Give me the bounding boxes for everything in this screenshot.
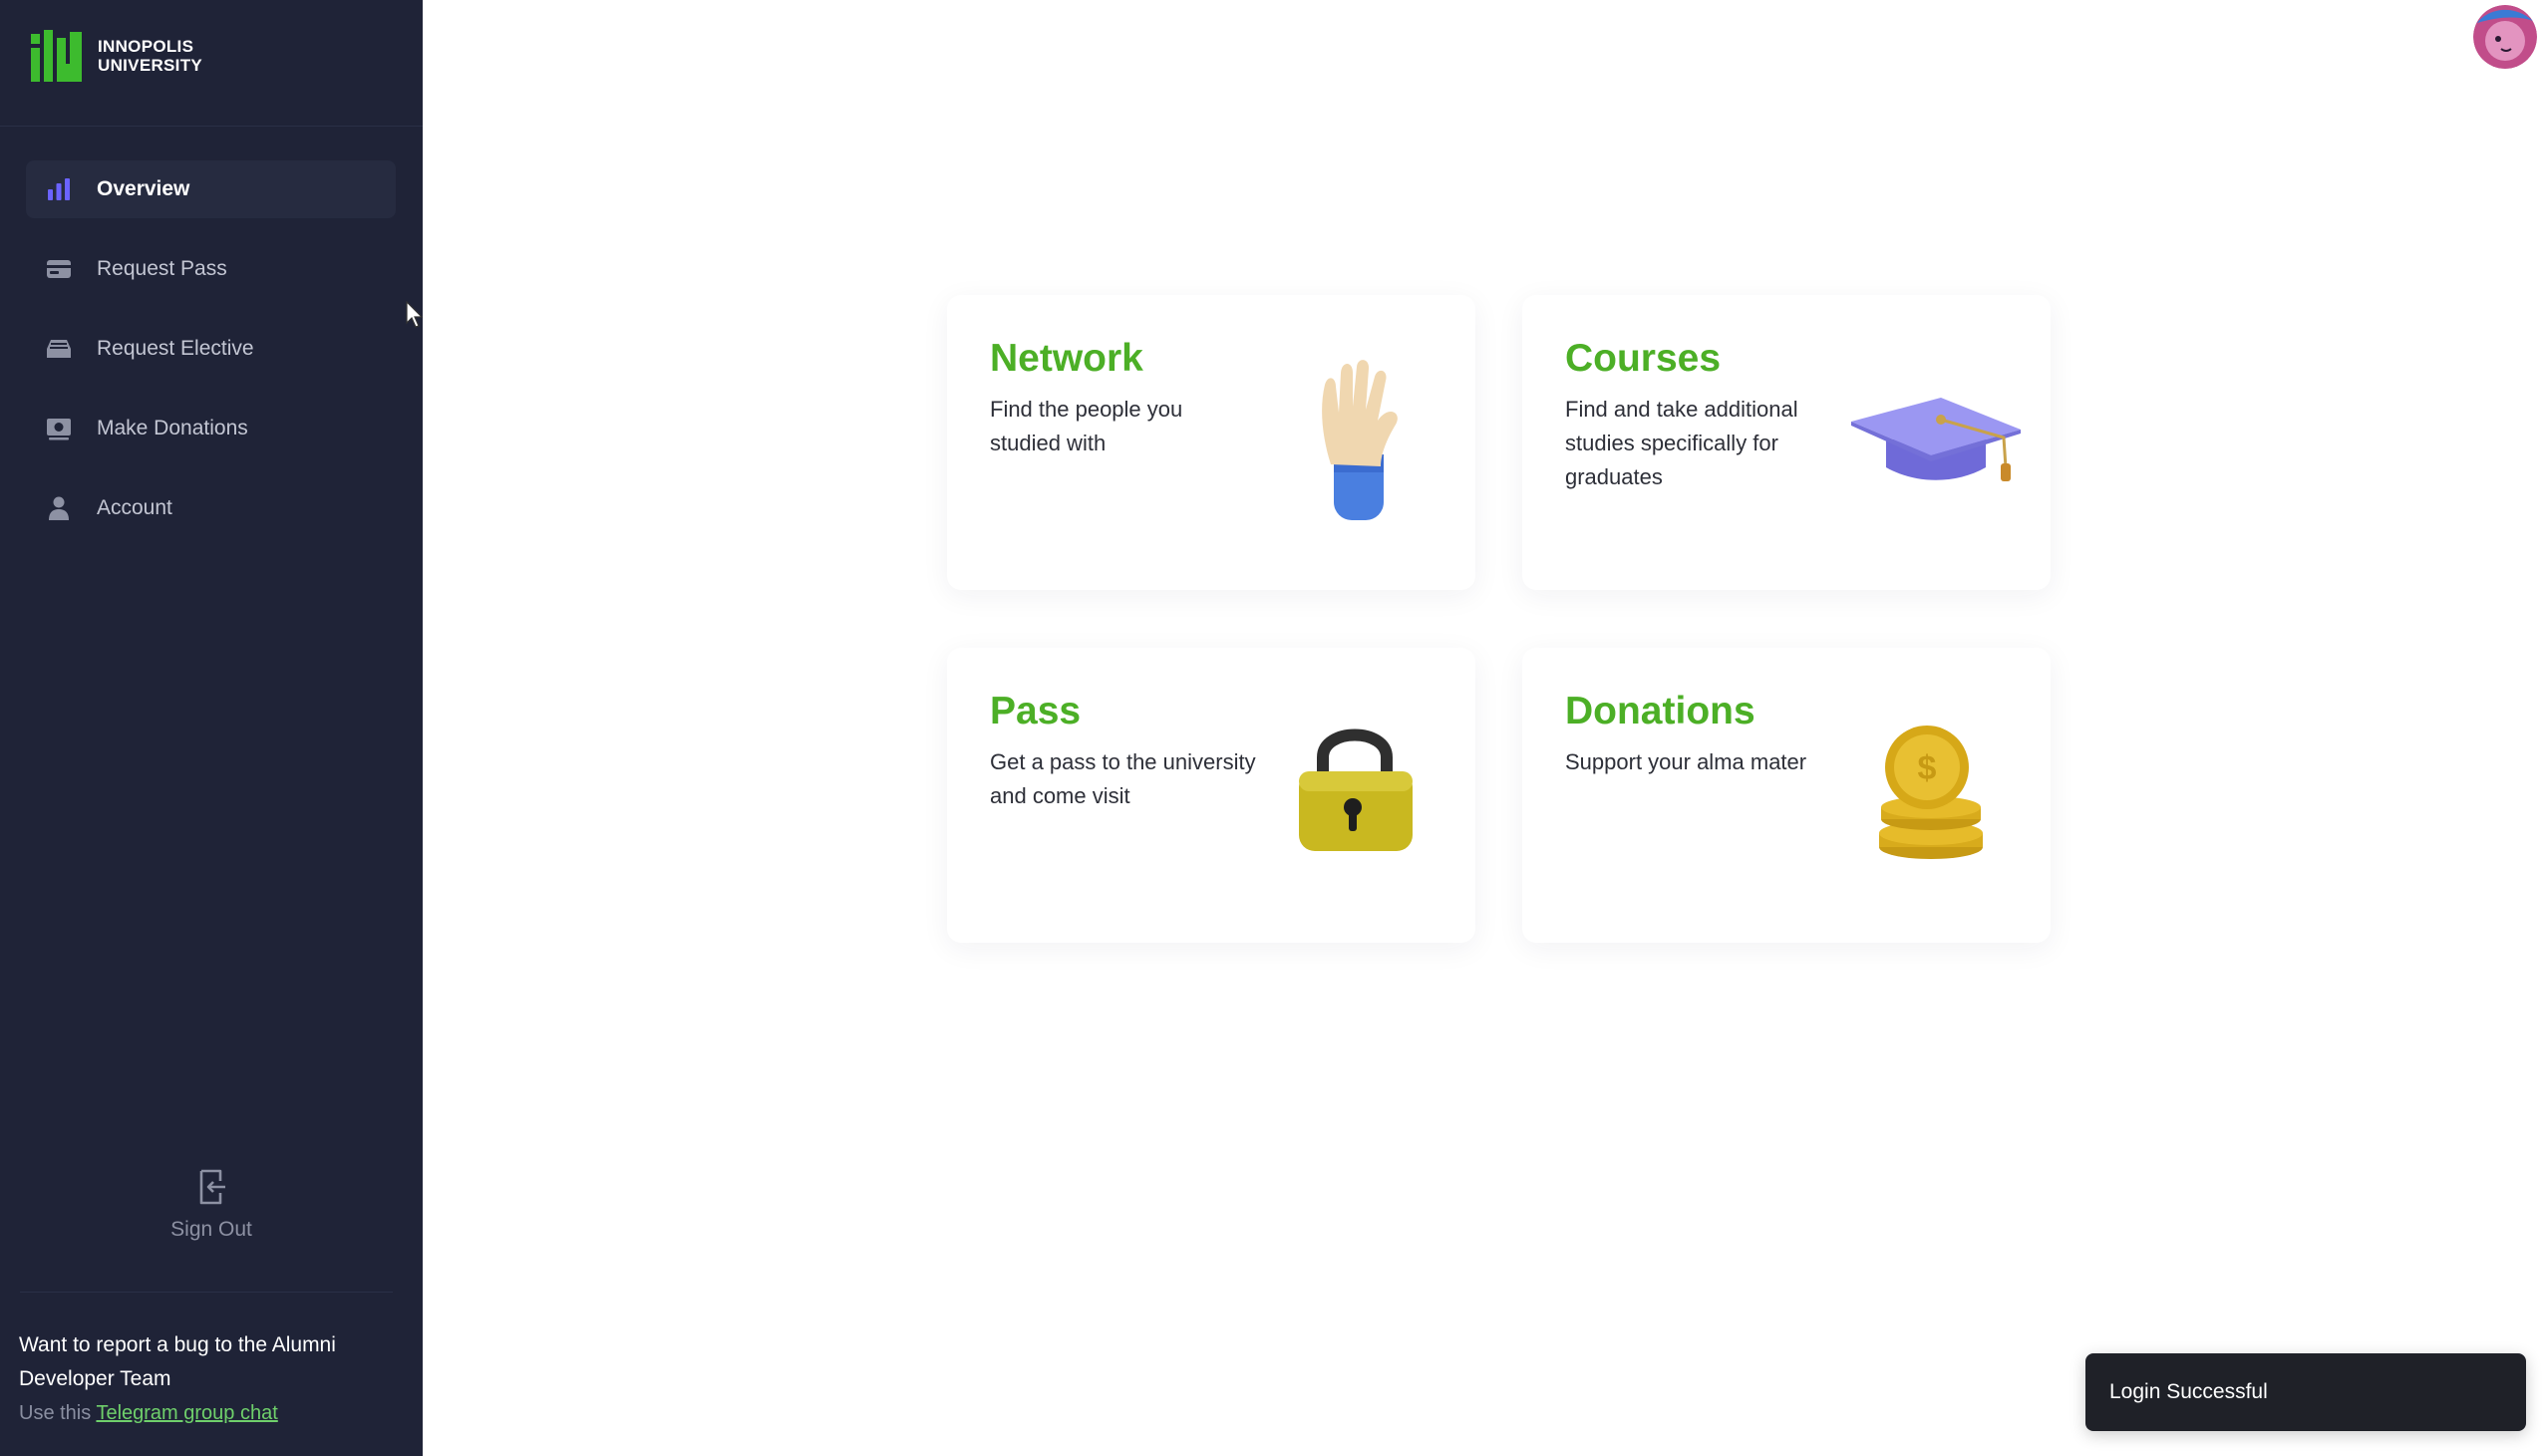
card-description: Get a pass to the university and come vi… bbox=[990, 749, 1256, 808]
innopolis-logo-icon bbox=[31, 30, 82, 82]
bug-report-hint-prefix: Use this bbox=[19, 1402, 92, 1424]
card-description: Support your alma mater bbox=[1565, 749, 1807, 774]
donation-icon bbox=[44, 414, 74, 443]
graduation-cap-icon bbox=[1851, 398, 2021, 481]
card-title: Network bbox=[990, 337, 1143, 380]
card-pass[interactable]: Pass Get a pass to the university and co… bbox=[947, 648, 1475, 943]
padlock-icon bbox=[1299, 728, 1413, 851]
sidebar-item-request-elective[interactable]: Request Elective bbox=[26, 320, 396, 378]
card-title: Pass bbox=[990, 690, 1082, 732]
telegram-group-link[interactable]: Telegram group chat bbox=[96, 1402, 277, 1424]
sidebar: INNOPOLIS UNIVERSITY Overview Request Pa… bbox=[0, 0, 423, 1456]
app-root: INNOPOLIS UNIVERSITY Overview Request Pa… bbox=[0, 0, 2546, 1456]
bug-report-text: Want to report a bug to the Alumni Devel… bbox=[19, 1333, 336, 1390]
sidebar-item-label: Request Elective bbox=[97, 337, 254, 360]
brand-line-1: INNOPOLIS bbox=[98, 37, 194, 56]
sidebar-item-overview[interactable]: Overview bbox=[26, 160, 396, 218]
inbox-icon bbox=[44, 334, 74, 364]
mouse-cursor-icon bbox=[406, 301, 424, 328]
sign-out-icon bbox=[199, 1169, 225, 1205]
coin-stack-icon: $ bbox=[1879, 726, 1983, 859]
card-title: Courses bbox=[1565, 337, 1722, 380]
sign-out-button[interactable]: Sign Out bbox=[0, 1168, 423, 1242]
footer-divider bbox=[20, 1292, 393, 1293]
sidebar-item-label: Account bbox=[97, 496, 172, 519]
sidebar-item-request-pass[interactable]: Request Pass bbox=[26, 240, 396, 298]
avatar[interactable] bbox=[2473, 5, 2537, 69]
sidebar-item-account[interactable]: Account bbox=[26, 479, 396, 537]
sidebar-divider bbox=[0, 126, 423, 127]
card-donations[interactable]: Donations Support your alma mater $ bbox=[1522, 648, 2051, 943]
card-courses[interactable]: Courses Find and take additional studies… bbox=[1522, 295, 2051, 590]
toast-message: Login Successful bbox=[2109, 1380, 2268, 1403]
waving-hand-icon bbox=[1322, 360, 1398, 520]
user-icon bbox=[44, 493, 74, 523]
toast-notification: Login Successful bbox=[2085, 1353, 2526, 1431]
bug-report-hint: Use this Telegram group chat bbox=[19, 1396, 398, 1430]
card-description: Find the people you studied with bbox=[990, 397, 1183, 455]
svg-text:$: $ bbox=[1918, 749, 1937, 787]
card-icon bbox=[44, 254, 74, 284]
bug-report: Want to report a bug to the Alumni Devel… bbox=[19, 1328, 398, 1430]
card-network[interactable]: Network Find the people you studied with bbox=[947, 295, 1475, 590]
brand-name: INNOPOLIS UNIVERSITY bbox=[98, 37, 202, 75]
sidebar-item-label: Make Donations bbox=[97, 417, 248, 439]
brand-line-2: UNIVERSITY bbox=[98, 56, 203, 75]
sidebar-item-label: Request Pass bbox=[97, 257, 227, 280]
sidebar-nav: Overview Request Pass Request Elective M… bbox=[26, 160, 396, 559]
bar-chart-icon bbox=[44, 174, 74, 204]
brand[interactable]: INNOPOLIS UNIVERSITY bbox=[31, 30, 202, 82]
avatar-image bbox=[2473, 5, 2537, 69]
card-title: Donations bbox=[1565, 690, 1755, 732]
sidebar-item-label: Overview bbox=[97, 177, 190, 200]
sidebar-item-make-donations[interactable]: Make Donations bbox=[26, 400, 396, 457]
card-description: Find and take additional studies specifi… bbox=[1565, 397, 1798, 489]
sign-out-label: Sign Out bbox=[170, 1218, 252, 1241]
